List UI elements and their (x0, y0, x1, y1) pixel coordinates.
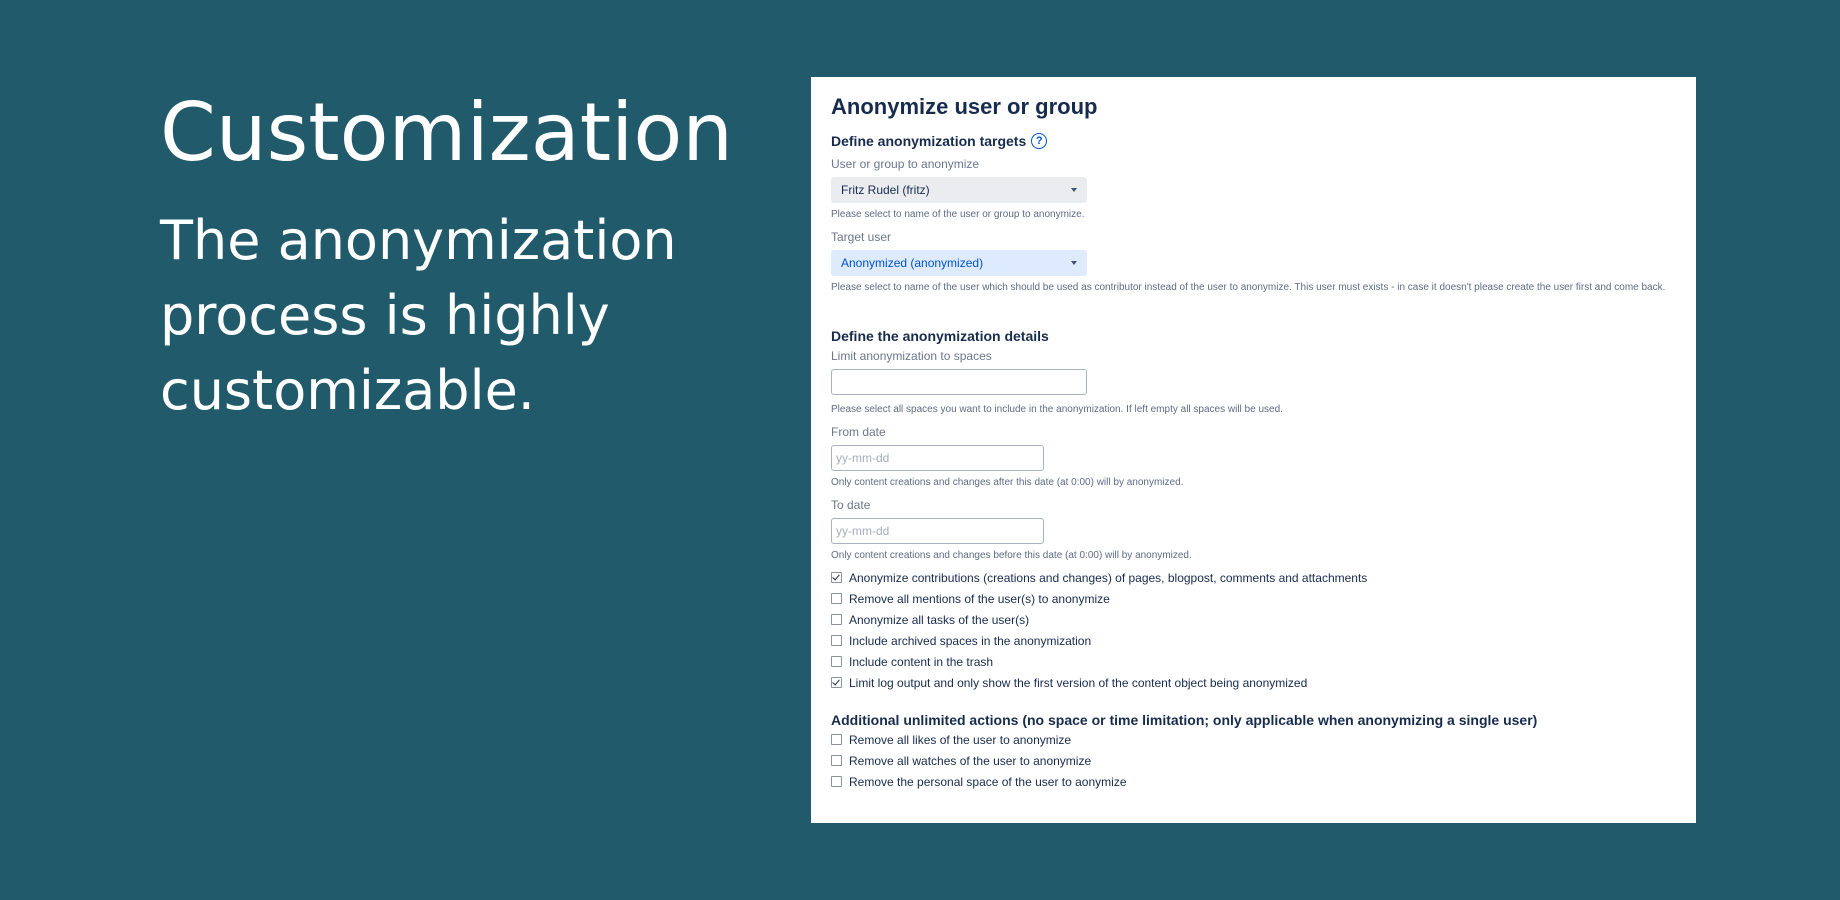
checkbox-unchecked[interactable] (831, 593, 842, 604)
slide-title: Customization (160, 86, 733, 179)
details-option-label: Limit log output and only show the first… (849, 675, 1308, 690)
form-heading: Anonymize user or group (831, 94, 1098, 119)
to-date-label: To date (831, 498, 871, 512)
target-user-help: Please select to name of the user which … (831, 282, 1666, 293)
checkbox-unchecked[interactable] (831, 776, 842, 787)
details-option-label: Remove all mentions of the user(s) to an… (849, 591, 1110, 606)
targets-section-heading-text: Define anonymization targets (831, 133, 1027, 149)
checkbox-unchecked[interactable] (831, 656, 842, 667)
details-option-row[interactable]: Remove all mentions of the user(s) to an… (831, 588, 1676, 609)
targets-section-heading: Define anonymization targets ? (831, 132, 1676, 150)
details-option-row[interactable]: Include archived spaces in the anonymiza… (831, 630, 1676, 651)
user-or-group-help: Please select to name of the user or gro… (831, 209, 1085, 220)
details-option-label: Include archived spaces in the anonymiza… (849, 633, 1092, 648)
details-option-label: Include content in the trash (849, 654, 994, 669)
caret-down-icon (1071, 188, 1077, 192)
details-options-list: Anonymize contributions (creations and c… (831, 567, 1676, 693)
checkbox-checked[interactable] (831, 572, 842, 583)
question-circle-icon[interactable]: ? (1031, 133, 1048, 149)
to-date-help: Only content creations and changes befor… (831, 550, 1192, 561)
target-user-select[interactable]: Anonymized (anonymized) (831, 250, 1087, 276)
checkbox-unchecked[interactable] (831, 635, 842, 646)
user-or-group-label: User or group to anonymize (831, 157, 980, 171)
additional-options-list: Remove all likes of the user to anonymiz… (831, 729, 1676, 792)
spaces-help: Please select all spaces you want to inc… (831, 404, 1283, 415)
details-option-row[interactable]: Limit log output and only show the first… (831, 672, 1676, 693)
checkbox-unchecked[interactable] (831, 614, 842, 625)
additional-section-heading: Additional unlimited actions (no space o… (831, 712, 1538, 728)
target-user-value: Anonymized (anonymized) (841, 256, 984, 270)
slide-subtitle: The anonymization process is highly cust… (160, 209, 677, 422)
additional-option-label: Remove all likes of the user to anonymiz… (849, 732, 1072, 747)
additional-option-row[interactable]: Remove all watches of the user to anonym… (831, 750, 1676, 771)
additional-option-label: Remove all watches of the user to anonym… (849, 753, 1092, 768)
details-option-row[interactable]: Anonymize contributions (creations and c… (831, 567, 1676, 588)
details-option-row[interactable]: Include content in the trash (831, 651, 1676, 672)
from-date-help: Only content creations and changes after… (831, 477, 1184, 488)
checkbox-unchecked[interactable] (831, 734, 842, 745)
details-option-row[interactable]: Anonymize all tasks of the user(s) (831, 609, 1676, 630)
additional-option-row[interactable]: Remove the personal space of the user to… (831, 771, 1676, 792)
spaces-input[interactable] (831, 369, 1087, 395)
checkbox-checked[interactable] (831, 677, 842, 688)
user-or-group-value: Fritz Rudel (fritz) (841, 183, 930, 197)
details-section-heading: Define the anonymization details (831, 328, 1049, 344)
to-date-input[interactable] (831, 518, 1044, 544)
caret-down-icon (1071, 261, 1077, 265)
anonymize-form-panel: Anonymize user or group Define anonymiza… (811, 77, 1696, 823)
spaces-label: Limit anonymization to spaces (831, 349, 992, 363)
checkbox-unchecked[interactable] (831, 755, 842, 766)
details-option-label: Anonymize contributions (creations and c… (849, 570, 1368, 585)
details-option-label: Anonymize all tasks of the user(s) (849, 612, 1030, 627)
from-date-label: From date (831, 425, 886, 439)
user-or-group-select[interactable]: Fritz Rudel (fritz) (831, 177, 1087, 203)
additional-option-row[interactable]: Remove all likes of the user to anonymiz… (831, 729, 1676, 750)
target-user-label: Target user (831, 230, 892, 244)
from-date-input[interactable] (831, 445, 1044, 471)
additional-option-label: Remove the personal space of the user to… (849, 774, 1127, 789)
